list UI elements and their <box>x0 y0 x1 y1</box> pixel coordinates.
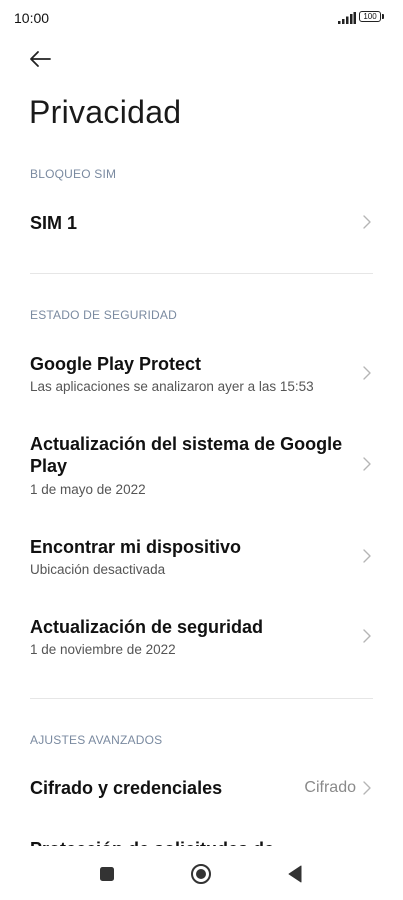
divider <box>30 273 373 274</box>
divider <box>30 698 373 699</box>
find-my-device-title: Encontrar mi dispositivo <box>30 537 242 557</box>
square-icon <box>100 867 114 881</box>
page-title: Privacidad <box>29 94 182 130</box>
chevron-right-icon <box>363 629 371 643</box>
security-update-title: Actualización de seguridad <box>30 617 264 637</box>
encryption-status-value: Cifrado <box>304 779 356 796</box>
chevron-right-icon <box>363 457 371 471</box>
battery-level: 100 <box>363 12 377 21</box>
security-update-subtitle: 1 de noviembre de 2022 <box>30 642 176 657</box>
section-header-bloqueo-sim: BLOQUEO SIM <box>30 167 117 181</box>
status-time: 10:00 <box>14 10 50 26</box>
google-play-system-update-title: Actualización del sistema de Google Play <box>30 434 343 476</box>
google-play-protect-item[interactable]: Google Play Protect Las aplicaciones se … <box>0 342 403 404</box>
sim-1-item[interactable]: SIM 1 <box>0 196 403 252</box>
encryption-credentials-item[interactable]: Cifrado y credenciales Cifrado <box>0 765 403 811</box>
sim-1-label: SIM 1 <box>30 213 78 233</box>
chevron-right-icon <box>363 366 371 380</box>
google-play-protect-subtitle: Las aplicaciones se analizaron ayer a la… <box>30 379 314 394</box>
find-my-device-item[interactable]: Encontrar mi dispositivo Ubicación desac… <box>0 525 403 587</box>
status-bar: 10:00 100 <box>0 0 403 36</box>
battery-tip <box>382 14 384 19</box>
google-play-system-update-item[interactable]: Actualización del sistema de Google Play… <box>0 422 403 506</box>
chevron-right-icon <box>363 781 371 795</box>
section-header-estado-seguridad: ESTADO DE SEGURIDAD <box>30 308 177 322</box>
back-button[interactable] <box>26 44 56 74</box>
google-play-system-update-subtitle: 1 de mayo de 2022 <box>30 482 146 497</box>
encryption-credentials-title: Cifrado y credenciales <box>30 778 223 798</box>
home-button[interactable] <box>189 862 213 886</box>
navigation-bar <box>0 850 403 900</box>
circle-icon <box>191 864 211 884</box>
triangle-back-icon <box>288 865 302 883</box>
google-play-protect-title: Google Play Protect <box>30 354 202 374</box>
security-update-item[interactable]: Actualización de seguridad 1 de noviembr… <box>0 605 403 667</box>
battery-icon: 100 <box>359 11 381 22</box>
find-my-device-subtitle: Ubicación desactivada <box>30 562 166 577</box>
back-nav-button[interactable] <box>283 862 307 886</box>
recents-button[interactable] <box>95 862 119 886</box>
chevron-right-icon <box>363 215 371 229</box>
signal-icon <box>338 12 356 24</box>
arrow-left-icon <box>30 51 51 67</box>
chevron-right-icon <box>363 549 371 563</box>
section-header-ajustes-avanzados: AJUSTES AVANZADOS <box>30 733 163 747</box>
